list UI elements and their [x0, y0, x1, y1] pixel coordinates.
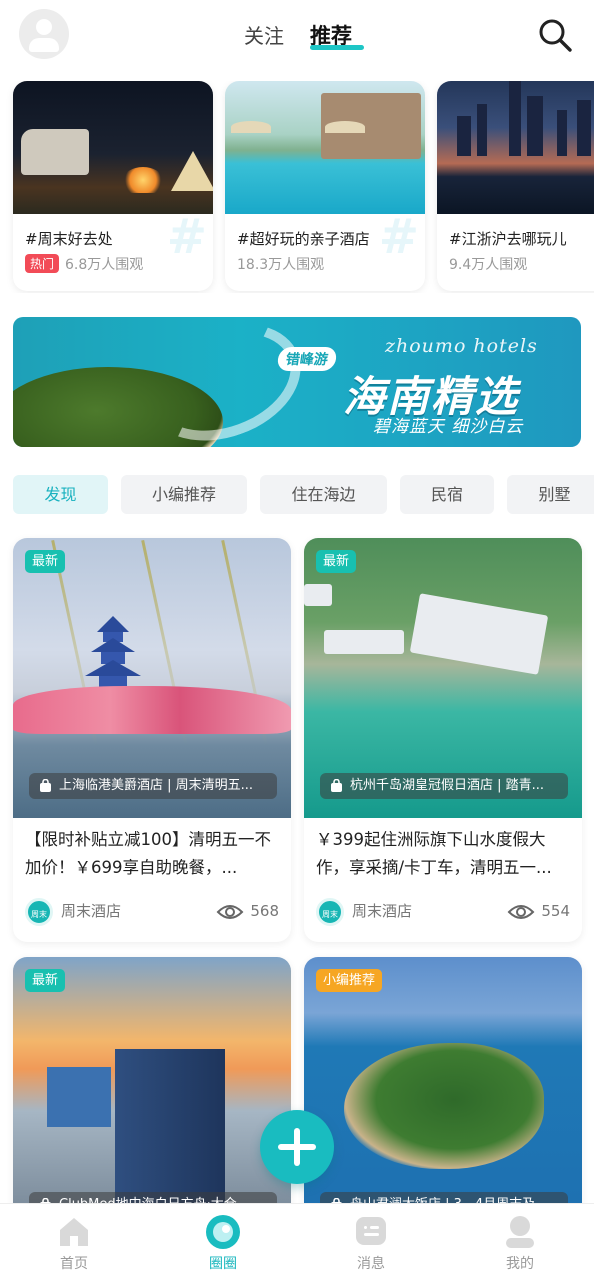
feed-photo: 小编推荐 舟山君澜大饭店 | 3、4月周末及... [304, 957, 582, 1237]
author-logo: 周末 [316, 897, 344, 926]
chip-homestay[interactable]: 民宿 [400, 475, 494, 514]
nav-home-label: 首页 [60, 1256, 88, 1272]
feed-description: 【限时补贴立减100】清明五一不加价！￥699享自助晚餐，... [25, 830, 271, 877]
hot-badge: 热门 [25, 254, 60, 273]
bottom-nav: 首页 圈圈 消息 我的 [0, 1203, 594, 1280]
topic-views: 6.8万人围观 [65, 257, 144, 273]
view-count: 568 [216, 897, 279, 925]
top-header: 关注 推荐 [0, 0, 594, 72]
feed-photo: 最新 上海临港美爵酒店 | 周末清明五... [13, 538, 291, 818]
feed-description: ￥399起住洲际旗下山水度假大作，享采摘/卡丁车，清明五一... [316, 830, 552, 877]
feed-author[interactable]: 周末 周末酒店 [25, 897, 122, 926]
topic-meta: 9.4万人围观 [449, 254, 527, 274]
message-icon [356, 1217, 386, 1245]
nav-circle-label: 圈圈 [209, 1256, 237, 1272]
feed-photo: 最新 杭州千岛湖皇冠假日酒店 | 踏青... [304, 538, 582, 818]
topic-title: #江浙沪去哪玩儿 [449, 230, 567, 248]
nav-circle[interactable]: 圈圈 [173, 1204, 273, 1280]
author-name: 周末酒店 [61, 902, 122, 920]
circle-icon [206, 1215, 240, 1249]
topic-title: #超好玩的亲子酒店 [237, 230, 370, 248]
header-tabs: 关注 推荐 [0, 0, 594, 72]
nav-messages[interactable]: 消息 [321, 1204, 421, 1280]
feed-author[interactable]: 周末 周末酒店 [316, 897, 413, 926]
topic-image-pool [225, 81, 425, 214]
new-badge: 最新 [25, 550, 66, 573]
location-text: 上海临港美爵酒店 | 周末清明五... [59, 778, 254, 793]
topic-card[interactable]: # #周末好去处 热门 6.8万人围观 [13, 81, 213, 291]
promo-banner[interactable]: 错峰游 zhoumo hotels 海南精选 碧海蓝天 细沙白云 [13, 317, 581, 447]
chip-villa[interactable]: 别墅 [507, 475, 594, 514]
pagoda-graphic [85, 616, 141, 694]
location-tag[interactable]: 上海临港美爵酒店 | 周末清明五... [29, 773, 277, 799]
topic-card[interactable]: # #超好玩的亲子酒店 18.3万人围观 [225, 81, 425, 291]
feed-card[interactable]: 最新 上海临港美爵酒店 | 周末清明五... 【限时补贴立减100】清明五一不加… [13, 538, 291, 942]
banner-script-text: zhoumo hotels [385, 335, 538, 357]
new-badge: 最新 [25, 969, 66, 992]
home-icon [60, 1218, 88, 1246]
topic-image-city [437, 81, 594, 214]
topic-title: #周末好去处 [25, 230, 113, 248]
search-icon[interactable] [537, 17, 573, 53]
view-count-value: 554 [541, 902, 570, 920]
feed-photo: 最新 ClubMed地中海白日方舟·大仓... [13, 957, 291, 1237]
eye-icon [216, 905, 244, 919]
chip-editor-pick[interactable]: 小编推荐 [121, 475, 247, 514]
new-badge: 最新 [316, 550, 357, 573]
topic-views: 18.3万人围观 [237, 257, 325, 273]
author-logo: 周末 [25, 897, 53, 926]
feed-card[interactable]: 最新 杭州千岛湖皇冠假日酒店 | 踏青... ￥399起住洲际旗下山水度假大作，… [304, 538, 582, 942]
location-tag[interactable]: 杭州千岛湖皇冠假日酒店 | 踏青... [320, 773, 568, 799]
view-count-value: 568 [250, 902, 279, 920]
chip-seaside[interactable]: 住在海边 [260, 475, 387, 514]
bag-icon [331, 779, 342, 792]
topic-image-camping [13, 81, 213, 214]
eye-icon [507, 905, 535, 919]
filter-chips: 发现 小编推荐 住在海边 民宿 别墅 [0, 475, 594, 515]
topic-meta: 热门 6.8万人围观 [25, 254, 143, 274]
nav-profile-label: 我的 [506, 1256, 534, 1272]
active-tab-indicator [310, 45, 364, 50]
nav-messages-label: 消息 [357, 1256, 385, 1272]
topic-card[interactable]: # #江浙沪去哪玩儿 9.4万人围观 [437, 81, 594, 291]
tab-follow[interactable]: 关注 [244, 20, 284, 49]
profile-icon [506, 1216, 534, 1248]
hash-watermark-icon: # [378, 209, 419, 265]
topic-carousel[interactable]: # #周末好去处 热门 6.8万人围观 # #超好玩的亲子酒店 18.3万人围观 … [0, 81, 594, 293]
banner-tag: 错峰游 [276, 347, 338, 371]
nav-home[interactable]: 首页 [24, 1204, 124, 1280]
author-name: 周末酒店 [352, 902, 413, 920]
topic-views: 9.4万人围观 [449, 257, 528, 273]
bag-icon [40, 779, 51, 792]
hash-watermark-icon: # [166, 209, 207, 265]
chip-discover[interactable]: 发现 [13, 475, 108, 514]
add-post-button[interactable] [260, 1110, 334, 1184]
editor-pick-badge: 小编推荐 [316, 969, 383, 992]
location-text: 杭州千岛湖皇冠假日酒店 | 踏青... [350, 778, 545, 793]
topic-meta: 18.3万人围观 [237, 254, 324, 274]
view-count: 554 [507, 897, 570, 925]
nav-profile[interactable]: 我的 [470, 1204, 570, 1280]
banner-subtitle: 碧海蓝天 细沙白云 [373, 417, 524, 437]
